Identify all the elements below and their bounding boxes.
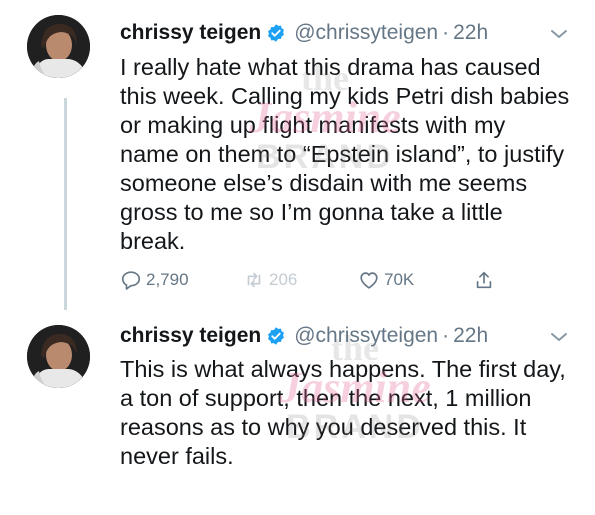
user-handle[interactable]: @chrissyteigen: [294, 324, 438, 348]
tweet-text: I really hate what this drama has caused…: [120, 53, 590, 256]
tweet-text-line: break.: [120, 228, 186, 254]
verified-badge-icon: [266, 23, 286, 43]
tweet-text-line: never fails.: [120, 443, 234, 469]
tweet-text-line: someone else’s disdain with me seems: [120, 170, 528, 196]
like-count: 70K: [384, 270, 415, 289]
tweet-text-line: I really hate what this drama has caused: [120, 54, 541, 80]
heart-icon: [360, 272, 378, 289]
reply-count: 2,790: [146, 270, 189, 289]
share-button[interactable]: [473, 267, 499, 293]
reply-icon: [121, 271, 141, 290]
like-button[interactable]: 70K: [358, 267, 414, 293]
tweet-text-line: reasons as to why you deserved this. It: [120, 414, 527, 440]
tweet-header: chrissy teigen @chrissyteigen · 22h: [120, 321, 488, 351]
tweet-text-line: this week. Calling my kids Petri dish ba…: [120, 83, 570, 109]
tweet-actions: 2,790 206 70K: [120, 267, 520, 293]
timestamp[interactable]: 22h: [453, 324, 488, 348]
tweet-text-line: This is what always happens. The first d…: [120, 356, 566, 382]
tweet-text-line: a ton of support, then the next, 1 milli…: [120, 385, 532, 411]
tweet-text-line: name on them to “Epstein island”, to jus…: [120, 141, 565, 167]
tweet-text: This is what always happens. The first d…: [120, 355, 590, 471]
avatar[interactable]: [27, 325, 90, 388]
tweet-text-line: or making up flight manifests with my: [120, 112, 506, 138]
timestamp[interactable]: 22h: [453, 21, 488, 45]
tweet-1[interactable]: chrissy teigen @chrissyteigen · 22h I re…: [0, 0, 595, 310]
header-separator: ·: [442, 324, 450, 347]
verified-badge-icon: [266, 326, 286, 346]
share-icon: [476, 271, 492, 289]
avatar[interactable]: [27, 15, 90, 78]
chevron-down-icon[interactable]: [549, 27, 569, 41]
retweet-icon: [247, 272, 261, 288]
user-handle[interactable]: @chrissyteigen: [294, 21, 438, 45]
tweet-header: chrissy teigen @chrissyteigen · 22h: [120, 18, 488, 48]
retweet-count: 206: [269, 270, 298, 289]
tweet-text-line: gross to me so I’m gonna take a little: [120, 199, 503, 225]
tweet-2[interactable]: chrissy teigen @chrissyteigen · 22h This…: [0, 310, 595, 515]
display-name[interactable]: chrissy teigen: [120, 21, 261, 45]
chevron-down-icon[interactable]: [549, 330, 569, 344]
header-separator: ·: [442, 21, 450, 44]
reply-button[interactable]: 2,790: [120, 267, 189, 293]
retweet-button[interactable]: 206: [243, 267, 297, 293]
display-name[interactable]: chrissy teigen: [120, 324, 261, 348]
